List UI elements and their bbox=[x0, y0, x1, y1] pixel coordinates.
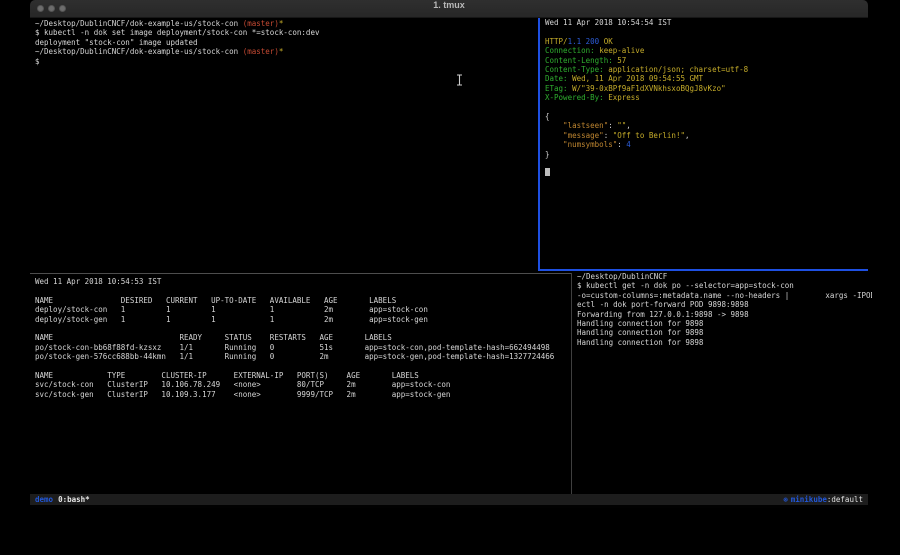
zoom-button[interactable] bbox=[59, 5, 66, 12]
http-header: X-Powered-By: Express bbox=[545, 93, 873, 102]
terminal-cursor-line bbox=[545, 168, 873, 177]
http-header: Date: Wed, 11 Apr 2018 09:54:55 GMT bbox=[545, 74, 873, 83]
terminal-line bbox=[35, 324, 576, 333]
terminal-line: Forwarding from 127.0.0.1:9898 -> 9898 bbox=[577, 310, 872, 319]
prompt-line: ~/Desktop/DublinCNCF/dok-example-us/stoc… bbox=[35, 47, 543, 56]
terminal-line: -o=custom-columns=:metadata.name --no-he… bbox=[577, 291, 872, 300]
kube-context: minikube bbox=[791, 495, 827, 504]
terminal-line: deploy/stock-con 1 1 1 1 2m app=stock-co… bbox=[35, 305, 576, 314]
status-bar-left: demo 0:bash* bbox=[30, 494, 90, 505]
terminal-line: $ kubectl get -n dok po --selector=app=s… bbox=[577, 281, 872, 290]
json-row: "message": "Off to Berlin!", bbox=[545, 131, 873, 140]
timestamp: Wed 11 Apr 2018 10:54:54 IST bbox=[545, 18, 873, 27]
mouse-ibeam-cursor bbox=[456, 71, 463, 83]
terminal-window: 1. tmux ~/Desktop/DublinCNCF/dok-example… bbox=[30, 0, 868, 508]
terminal-line: svc/stock-con ClusterIP 10.106.78.249 <n… bbox=[35, 380, 576, 389]
pane-bottom-left[interactable]: Wed 11 Apr 2018 10:54:53 IST NAME DESIRE… bbox=[30, 275, 576, 496]
prompt-line: $ bbox=[35, 57, 543, 66]
http-header: Content-Type: application/json; charset=… bbox=[545, 65, 873, 74]
kubernetes-icon: ⊛ bbox=[783, 495, 788, 504]
close-button[interactable] bbox=[37, 5, 44, 12]
terminal-cursor bbox=[545, 168, 550, 176]
terminal-line: NAME TYPE CLUSTER-IP EXTERNAL-IP PORT(S)… bbox=[35, 371, 576, 380]
terminal-content: ~/Desktop/DublinCNCF/dok-example-us/stoc… bbox=[30, 18, 868, 494]
pane-top-right[interactable]: Wed 11 Apr 2018 10:54:54 IST HTTP/1.1 20… bbox=[540, 18, 873, 269]
terminal-line: NAME DESIRED CURRENT UP-TO-DATE AVAILABL… bbox=[35, 296, 576, 305]
terminal-line bbox=[35, 286, 576, 295]
json-brace: } bbox=[545, 150, 873, 159]
window-item-bash[interactable]: 0:bash* bbox=[58, 495, 90, 504]
terminal-line: po/stock-con-bb68f88fd-kzsxz 1/1 Running… bbox=[35, 343, 576, 352]
status-bar-right: ⊛minikube:default bbox=[783, 494, 868, 505]
terminal-line: po/stock-gen-576cc688bb-44kmn 1/1 Runnin… bbox=[35, 352, 576, 361]
minimize-button[interactable] bbox=[48, 5, 55, 12]
traffic-lights bbox=[37, 5, 66, 12]
http-header: Content-Length: 57 bbox=[545, 56, 873, 65]
window-title: 1. tmux bbox=[30, 0, 868, 10]
terminal-line: NAME READY STATUS RESTARTS AGE LABELS bbox=[35, 333, 576, 342]
json-row: "numsymbols": 4 bbox=[545, 140, 873, 149]
pane-top-left[interactable]: ~/Desktop/DublinCNCF/dok-example-us/stoc… bbox=[30, 18, 543, 270]
terminal-line: Handling connection for 9898 bbox=[577, 328, 872, 337]
http-header: Connection: keep-alive bbox=[545, 46, 873, 55]
kube-namespace: :default bbox=[827, 495, 863, 504]
json-brace: { bbox=[545, 112, 873, 121]
terminal-line: Handling connection for 9898 bbox=[577, 319, 872, 328]
terminal-line: ectl -n dok port-forward POD 9898:9898 bbox=[577, 300, 872, 309]
http-status-line: HTTP/1.1 200 OK bbox=[545, 37, 873, 46]
session-name: demo bbox=[35, 495, 53, 504]
tmux-status-bar: demo 0:bash* ⊛minikube:default bbox=[30, 494, 868, 505]
pane-bottom-right[interactable]: ~/Desktop/DublinCNCF$ kubectl get -n dok… bbox=[573, 271, 872, 495]
terminal-line: Handling connection for 9898 bbox=[577, 338, 872, 347]
command-output: deployment "stock-con" image updated bbox=[35, 38, 543, 47]
terminal-line: deploy/stock-gen 1 1 1 1 2m app=stock-ge… bbox=[35, 315, 576, 324]
pane-border-horizontal-left[interactable] bbox=[30, 273, 571, 274]
title-bar[interactable]: 1. tmux bbox=[30, 0, 868, 18]
terminal-line bbox=[35, 362, 576, 371]
http-header: ETag: W/"39-0xBPf9aF1dXVNkhsxoBQgJ8vKzo" bbox=[545, 84, 873, 93]
terminal-line: ~/Desktop/DublinCNCF bbox=[577, 272, 872, 281]
prompt-line: ~/Desktop/DublinCNCF/dok-example-us/stoc… bbox=[35, 19, 543, 28]
terminal-line: Wed 11 Apr 2018 10:54:53 IST bbox=[35, 277, 576, 286]
terminal-line: svc/stock-gen ClusterIP 10.109.3.177 <no… bbox=[35, 390, 576, 399]
command-line: $ kubectl -n dok set image deployment/st… bbox=[35, 28, 543, 37]
json-row: "lastseen": "", bbox=[545, 121, 873, 130]
